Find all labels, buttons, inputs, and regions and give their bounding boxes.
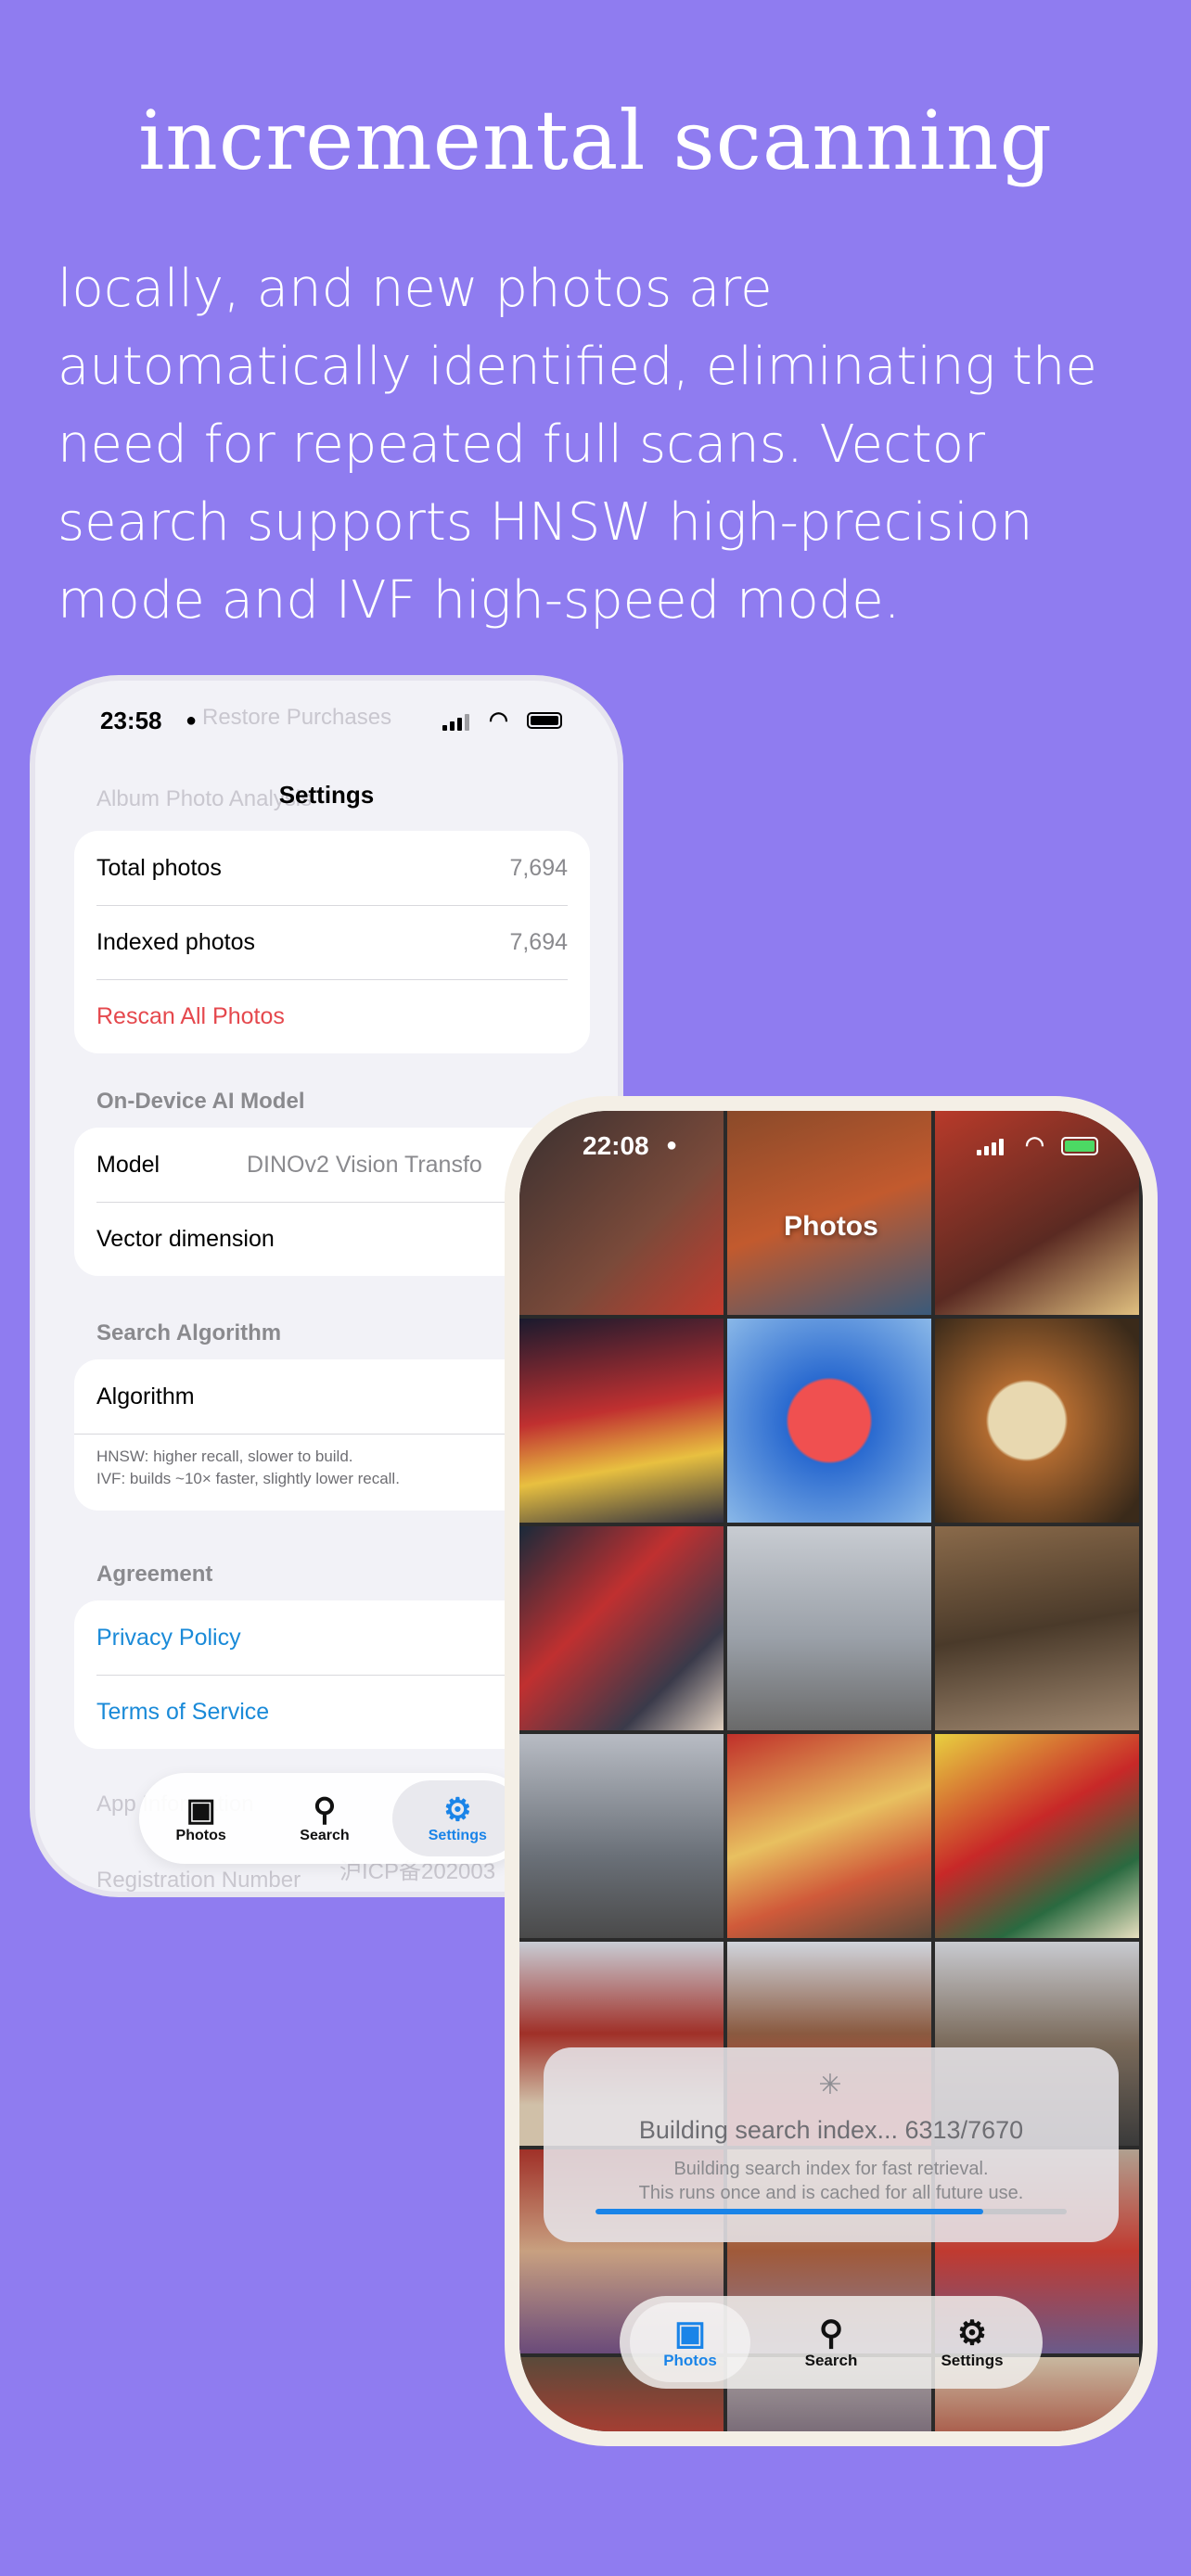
tab-photos-label: Photos xyxy=(175,1828,226,1843)
index-progress-panel: ✳ Building search index... 6313/7670 Bui… xyxy=(544,2047,1119,2242)
photo-thumbnail[interactable] xyxy=(935,1734,1139,1938)
gear-icon: ⚙ xyxy=(956,2314,988,2352)
tab-search[interactable]: ⚲ Search xyxy=(771,2302,891,2382)
algorithm-label: Algorithm xyxy=(96,1383,195,1409)
indexed-photos-label: Indexed photos xyxy=(96,928,255,955)
vector-dimension-label: Vector dimension xyxy=(96,1225,275,1252)
search-icon: ⚲ xyxy=(818,2314,844,2352)
tab-bar: ▣ Photos ⚲ Search ⚙ Settings xyxy=(139,1773,529,1864)
headline: incremental scanning xyxy=(138,93,1053,188)
rescan-button[interactable]: Rescan All Photos xyxy=(74,979,590,1053)
status-bar: 22:08 ● ◠ xyxy=(583,1131,1106,1168)
photo-thumbnail[interactable] xyxy=(935,1319,1139,1523)
photo-thumbnail[interactable] xyxy=(727,1319,931,1523)
person-icon: ● xyxy=(666,1135,678,1155)
tab-photos-label: Photos xyxy=(663,2352,717,2369)
photos-icon: ▣ xyxy=(673,2314,706,2352)
total-photos-value: 7,694 xyxy=(509,854,568,881)
photos-icon: ▣ xyxy=(186,1792,216,1828)
person-icon: ● xyxy=(186,710,198,731)
model-section-header: On-Device AI Model xyxy=(96,1089,305,1114)
wifi-icon: ◠ xyxy=(1025,1132,1044,1157)
algorithm-section-header: Search Algorithm xyxy=(96,1320,282,1345)
total-photos-row: Total photos 7,694 xyxy=(74,831,590,905)
photo-thumbnail[interactable] xyxy=(727,1734,931,1938)
page-title: Settings xyxy=(278,781,375,809)
agreement-section-header: Agreement xyxy=(96,1562,213,1587)
photo-thumbnail[interactable] xyxy=(727,1526,931,1730)
spinner-icon: ✳ xyxy=(818,2070,842,2100)
model-label: Model xyxy=(96,1151,160,1178)
battery-charging-icon xyxy=(1061,1137,1098,1155)
tab-search-label: Search xyxy=(804,2352,858,2369)
model-value: DINOv2 Vision Transfo xyxy=(247,1151,482,1178)
ghost-registration: Registration Number xyxy=(96,1868,301,1893)
stats-card: Total photos 7,694 Indexed photos 7,694 … xyxy=(74,831,590,1053)
photo-thumbnail[interactable] xyxy=(519,1319,724,1523)
tab-settings[interactable]: ⚙ Settings xyxy=(392,1780,523,1856)
tab-settings-label: Settings xyxy=(941,2352,1004,2369)
progress-title: Building search index... 6313/7670 xyxy=(638,2116,1024,2144)
progress-subtitle-line-2: This runs once and is cached for all fut… xyxy=(638,2183,1024,2203)
signal-icon xyxy=(977,1137,1004,1155)
tab-bar: ▣ Photos ⚲ Search ⚙ Settings xyxy=(620,2296,1043,2389)
ghost-restore-purchases: Restore Purchases xyxy=(202,705,392,730)
status-time: 23:58 xyxy=(100,707,162,734)
signal-icon xyxy=(442,712,469,731)
photo-thumbnail[interactable] xyxy=(519,1734,724,1938)
tab-search-label: Search xyxy=(300,1828,350,1843)
tab-settings[interactable]: ⚙ Settings xyxy=(912,2302,1032,2382)
tab-photos[interactable]: ▣ Photos xyxy=(630,2302,750,2382)
indexed-photos-row: Indexed photos 7,694 xyxy=(74,905,590,979)
page-title: Photos xyxy=(784,1211,878,1242)
algorithm-note-hnsw: HNSW: higher recall, slower to build. xyxy=(96,1447,353,1465)
progress-subtitle-line-1: Building search index for fast retrieval… xyxy=(673,2159,989,2179)
algorithm-note-ivf: IVF: builds ~10× faster, slightly lower … xyxy=(96,1470,400,1487)
photo-thumbnail[interactable] xyxy=(935,1526,1139,1730)
total-photos-label: Total photos xyxy=(96,854,222,881)
photos-phone: 22:08 ● ◠ Photos ✳ Building search index… xyxy=(505,1096,1158,2446)
tab-search[interactable]: ⚲ Search xyxy=(269,1780,380,1856)
photo-thumbnail[interactable] xyxy=(519,1526,724,1730)
description: locally, and new photos are automaticall… xyxy=(58,259,1097,631)
tab-photos[interactable]: ▣ Photos xyxy=(146,1780,257,1856)
wifi-icon: ◠ xyxy=(489,708,508,733)
battery-icon xyxy=(527,712,562,729)
photos-screen: 22:08 ● ◠ Photos ✳ Building search index… xyxy=(519,1111,1143,2431)
search-icon: ⚲ xyxy=(313,1792,337,1828)
progress-bar xyxy=(596,2209,1067,2214)
tab-settings-label: Settings xyxy=(428,1828,487,1843)
progress-bar-fill xyxy=(596,2209,984,2214)
progress-subtitle: Building search index for fast retrieval… xyxy=(544,2157,1119,2205)
status-time: 22:08 xyxy=(583,1131,649,1160)
indexed-photos-value: 7,694 xyxy=(509,928,568,955)
gear-icon: ⚙ xyxy=(443,1792,472,1828)
